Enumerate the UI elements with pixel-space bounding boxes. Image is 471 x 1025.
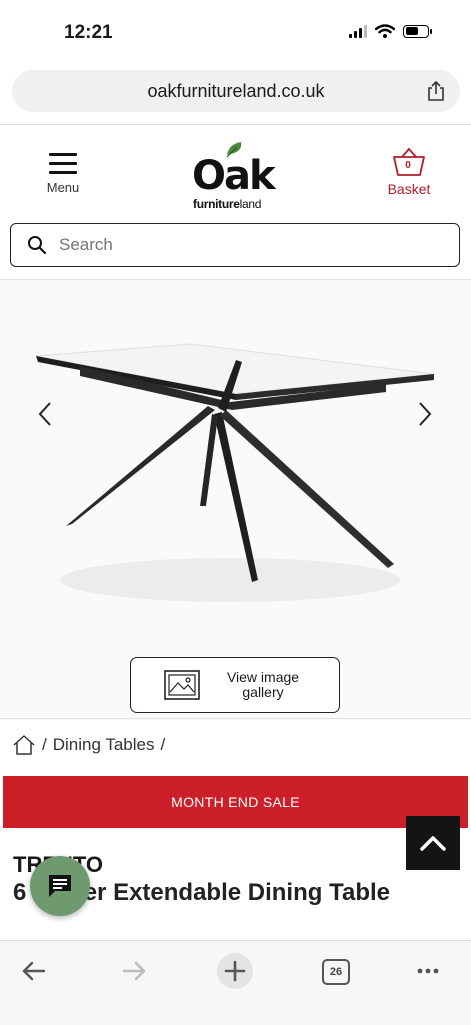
url-text: oakfurnitureland.co.uk <box>147 81 325 101</box>
forward-arrow-icon[interactable] <box>114 951 154 991</box>
image-icon <box>164 670 200 700</box>
url-bar[interactable]: oakfurnitureland.co.uk <box>12 70 460 112</box>
tabs-count: 26 <box>329 966 343 978</box>
view-gallery-button[interactable]: View image gallery <box>130 657 340 713</box>
more-icon[interactable] <box>408 951 448 991</box>
breadcrumb: / Dining Tables / <box>12 732 171 758</box>
chevron-up-icon <box>420 836 446 851</box>
wifi-icon <box>375 24 395 38</box>
gallery-label: View image gallery <box>226 669 300 700</box>
status-time: 12:21 <box>64 22 113 43</box>
signal-icon <box>349 24 367 38</box>
search-box[interactable] <box>10 223 460 267</box>
battery-icon <box>403 24 432 38</box>
logo[interactable]: Oak furnitureland <box>192 141 292 211</box>
browser-toolbar: 26 <box>0 940 471 1025</box>
search-input[interactable] <box>59 235 439 255</box>
tabs-button[interactable]: 26 <box>316 951 356 991</box>
site-header: Menu Oak furnitureland 0 Basket <box>0 124 471 217</box>
back-arrow-icon[interactable] <box>14 951 54 991</box>
sale-banner[interactable]: MONTH END SALE <box>3 776 468 828</box>
tabs-icon: 26 <box>322 959 350 985</box>
table-image <box>35 343 435 602</box>
chat-button[interactable] <box>30 856 90 916</box>
breadcrumb-separator: / <box>160 735 166 754</box>
divider <box>0 718 471 719</box>
chat-icon <box>49 875 71 897</box>
basket-count: 0 <box>405 160 411 171</box>
search-icon <box>28 236 47 255</box>
logo-sub: furnitureland <box>193 197 262 211</box>
chevron-left-icon[interactable] <box>34 400 56 428</box>
new-tab-icon[interactable] <box>215 951 255 991</box>
logo-main: Oak <box>192 153 276 199</box>
breadcrumb-separator: / <box>42 735 47 754</box>
basket-button[interactable]: 0 Basket <box>380 147 438 207</box>
product-image[interactable] <box>0 280 471 720</box>
home-icon[interactable] <box>12 734 36 756</box>
hamburger-icon <box>40 153 86 174</box>
chevron-right-icon[interactable] <box>414 400 436 428</box>
scroll-to-top-button[interactable] <box>406 816 460 870</box>
share-icon[interactable] <box>426 80 446 102</box>
breadcrumb-dining-tables[interactable]: Dining Tables <box>53 735 155 755</box>
basket-label: Basket <box>387 181 431 197</box>
status-icons <box>349 24 432 38</box>
menu-button[interactable]: Menu <box>40 153 86 203</box>
menu-label: Menu <box>46 180 80 195</box>
